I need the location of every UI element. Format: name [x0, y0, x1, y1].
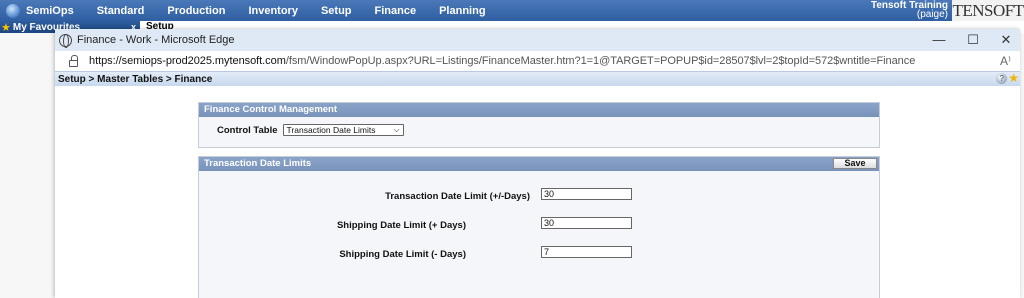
date-limits-panel-title: Transaction Date Limits Save [199, 157, 879, 171]
globe-icon[interactable] [6, 3, 20, 18]
menu-item-standard[interactable]: Standard [97, 5, 145, 17]
read-aloud-icon[interactable]: A⁾ [1000, 54, 1011, 68]
control-table-label: Control Table [217, 124, 278, 136]
menu-item-setup[interactable]: Setup [321, 5, 352, 17]
menu-item-planning[interactable]: Planning [439, 5, 485, 17]
close-button[interactable]: ✕ [996, 32, 1016, 48]
control-panel-title: Finance Control Management [199, 103, 879, 117]
tensoft-logo: TENSOFT [952, 0, 1024, 21]
window-title: Finance - Work - Microsoft Edge [77, 34, 235, 46]
breadcrumb-icons: ? ★ [996, 72, 1019, 84]
background-page-left [0, 33, 55, 298]
app-top-nav: SemiOps Standard Production Inventory Se… [0, 0, 1024, 21]
url-text[interactable]: https://semiops-prod2025.mytensoft.com/f… [89, 55, 915, 67]
user-info: Tensoft Training (paige) [871, 1, 948, 20]
lock-icon[interactable] [69, 54, 78, 67]
shipping-date-limit-minus-label: Shipping Date Limit (- Days) [339, 249, 466, 260]
help-icon[interactable]: ? [996, 73, 1008, 84]
url-host: https://semiops-prod2025.mytensoft.com [89, 55, 286, 67]
window-titlebar[interactable]: Finance - Work - Microsoft Edge — ☐ ✕ [55, 29, 1020, 51]
address-bar[interactable]: https://semiops-prod2025.mytensoft.com/f… [55, 51, 1020, 71]
control-management-panel: Finance Control Management Control Table… [198, 102, 880, 148]
globe-icon [59, 33, 72, 48]
control-table-value: Transaction Date Limits [286, 125, 376, 135]
menu-item-inventory[interactable]: Inventory [248, 5, 298, 17]
date-limits-panel: Transaction Date Limits Save Transaction… [198, 156, 880, 298]
minimize-button[interactable]: — [929, 32, 949, 47]
menu-item-production[interactable]: Production [167, 5, 225, 17]
chevron-down-icon: ⌵ [393, 125, 400, 134]
user-login: (paige) [916, 9, 948, 20]
breadcrumb: Setup > Master Tables > Finance [58, 73, 213, 85]
star-icon: ★ [1, 21, 11, 34]
shipping-date-limit-minus-input[interactable]: 7 [541, 246, 632, 258]
menu-item-finance[interactable]: Finance [375, 5, 417, 17]
edge-popup-window: Finance - Work - Microsoft Edge — ☐ ✕ ht… [55, 29, 1020, 298]
main-menu: SemiOps Standard Production Inventory Se… [26, 5, 509, 17]
control-table-row: Control Table Transaction Date Limits ⌵ [217, 124, 404, 136]
control-table-select[interactable]: Transaction Date Limits ⌵ [282, 124, 404, 136]
favorite-star-icon[interactable]: ★ [1008, 72, 1019, 84]
maximize-button[interactable]: ☐ [963, 32, 983, 48]
url-path: /fsm/WindowPopUp.aspx?URL=Listings/Finan… [285, 55, 916, 67]
date-limits-title: Transaction Date Limits [204, 158, 312, 169]
shipping-date-limit-plus-input[interactable]: 30 [541, 217, 632, 229]
shipping-date-limit-plus-label: Shipping Date Limit (+ Days) [336, 220, 466, 231]
background-page-right [1020, 33, 1024, 298]
transaction-date-limit-input[interactable]: 30 [541, 188, 632, 200]
save-button[interactable]: Save [833, 158, 877, 169]
breadcrumb-bar: Setup > Master Tables > Finance ? ★ [55, 71, 1020, 86]
menu-item-semiops[interactable]: SemiOps [26, 5, 74, 17]
transaction-date-limit-label: Transaction Date Limit (+/-Days) [385, 191, 530, 202]
